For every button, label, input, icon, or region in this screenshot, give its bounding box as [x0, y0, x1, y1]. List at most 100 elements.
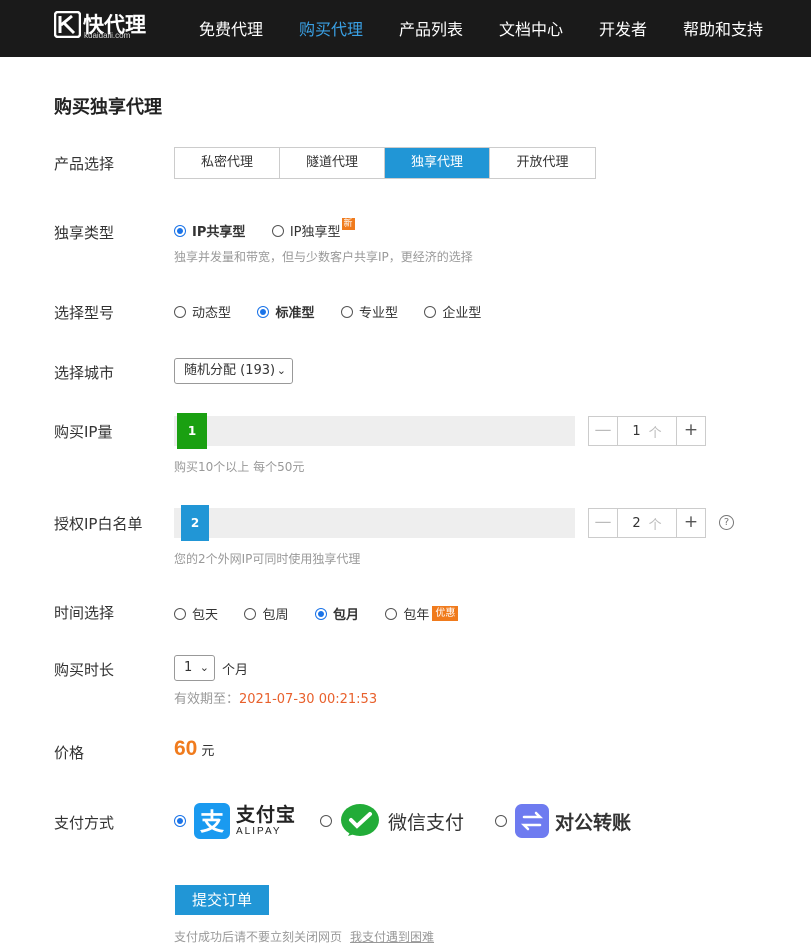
chevron-down-icon: ⌄: [276, 364, 286, 377]
radio-standard[interactable]: 标准型: [257, 302, 314, 321]
ip-count-value: 1: [632, 423, 641, 439]
radio-dot: [174, 305, 186, 318]
price-label: 价格: [54, 744, 85, 762]
wechat-pay-icon: [341, 804, 379, 836]
exclusive-type-label: 独享类型: [54, 224, 115, 242]
radio-dot: [385, 607, 398, 620]
duration-select[interactable]: 1 ⌄: [174, 655, 215, 681]
expiry-info: 有效期至：2021-07-30 00:21:53: [174, 688, 377, 707]
period-label: 时间选择: [54, 604, 115, 622]
radio-dynamic-label: 动态型: [192, 306, 232, 321]
whitelist-hint: 您的2个外网IP可同时使用独享代理: [174, 552, 361, 566]
pay-option-alipay[interactable]: 支 支付宝 ALIPAY: [174, 802, 296, 840]
svg-text:支: 支: [200, 808, 225, 836]
nav-help[interactable]: 帮助和支持: [683, 16, 763, 40]
tab-private-proxy[interactable]: 私密代理: [175, 148, 280, 178]
model-label: 选择型号: [54, 304, 115, 322]
price-amount: 60: [174, 737, 198, 760]
logo[interactable]: 快代理 kuaidaili.com: [54, 11, 150, 41]
bank-transfer-icon: [515, 804, 549, 838]
payment-trouble-link[interactable]: 我支付遇到困难: [350, 930, 434, 944]
alipay-en: ALIPAY: [236, 826, 282, 837]
ip-count-value-box[interactable]: 1个: [618, 417, 676, 445]
duration-label: 购买时长: [54, 661, 115, 679]
radio-dot: [174, 607, 186, 620]
nav-product-list[interactable]: 产品列表: [399, 16, 463, 40]
city-label: 选择城市: [54, 364, 115, 382]
whitelist-unit: 个: [648, 517, 662, 533]
ip-count-slider[interactable]: 1: [174, 413, 575, 449]
radio-standard-label: 标准型: [275, 306, 315, 321]
radio-ip-shared[interactable]: IP共享型: [174, 221, 245, 240]
radio-dot: [174, 815, 186, 827]
radio-dot: [320, 815, 332, 827]
chevron-down-icon: ⌄: [199, 661, 209, 674]
submit-order-button[interactable]: 提交订单: [175, 885, 269, 915]
footer-note: 支付成功后请不要立刻关闭网页 我支付遇到困难: [174, 928, 434, 945]
radio-ip-shared-label: IP共享型: [192, 225, 246, 240]
tab-exclusive-proxy[interactable]: 独享代理: [385, 148, 490, 178]
product-tabs: 私密代理 隧道代理 独享代理 开放代理: [174, 147, 596, 179]
nav-docs[interactable]: 文档中心: [499, 16, 563, 40]
decrement-button[interactable]: —: [589, 417, 618, 445]
radio-dot: [257, 305, 270, 318]
ip-count-slider-handle[interactable]: 1: [177, 413, 207, 449]
whitelist-value-box[interactable]: 2个: [618, 509, 676, 537]
radio-monthly-label: 包月: [332, 608, 359, 623]
ip-count-label: 购买IP量: [54, 423, 113, 441]
whitelist-slider-handle[interactable]: 2: [181, 505, 209, 541]
top-navbar: 快代理 kuaidaili.com 免费代理 购买代理 产品列表 文档中心 开发…: [0, 0, 811, 57]
transfer-label: 对公转账: [555, 811, 632, 834]
radio-ip-exclusive[interactable]: IP独享型新: [271, 217, 355, 240]
radio-weekly[interactable]: 包周: [244, 604, 288, 623]
footer-note-text: 支付成功后请不要立刻关闭网页: [174, 930, 343, 944]
radio-dot: [495, 815, 507, 827]
radio-weekly-label: 包周: [262, 608, 289, 623]
tab-open-proxy[interactable]: 开放代理: [490, 148, 595, 178]
increment-button[interactable]: +: [676, 417, 705, 445]
ip-count-stepper: — 1个 +: [588, 416, 706, 446]
radio-yearly[interactable]: 包年 优惠: [385, 604, 459, 623]
expiry-label: 有效期至：: [174, 692, 240, 707]
alipay-icon: 支: [194, 803, 230, 839]
radio-yearly-label: 包年: [403, 608, 430, 623]
pay-option-wechat[interactable]: 微信支付: [320, 802, 464, 840]
alipay-cn: 支付宝: [236, 804, 297, 826]
radio-monthly[interactable]: 包月: [314, 604, 359, 623]
city-select[interactable]: 随机分配 (193) ⌄: [174, 358, 293, 384]
help-icon[interactable]: ?: [719, 515, 734, 530]
alipay-wordmark: 支付宝 ALIPAY: [236, 804, 296, 838]
radio-dot: [174, 224, 186, 237]
increment-button[interactable]: +: [676, 509, 705, 537]
whitelist-label: 授权IP白名单: [54, 515, 143, 533]
whitelist-slider[interactable]: 2: [174, 505, 575, 541]
price-display: 60 元: [174, 737, 214, 761]
nav-developer[interactable]: 开发者: [599, 16, 647, 40]
radio-enterprise[interactable]: 企业型: [424, 302, 481, 321]
city-select-value: 随机分配 (193): [184, 363, 276, 378]
product-label: 产品选择: [54, 155, 115, 173]
radio-dot: [271, 224, 284, 237]
new-badge: 新: [341, 217, 355, 230]
nav-free-proxy[interactable]: 免费代理: [199, 16, 263, 40]
radio-professional[interactable]: 专业型: [340, 302, 398, 321]
duration-unit: 个月: [222, 663, 249, 678]
pay-option-transfer[interactable]: 对公转账: [495, 802, 631, 840]
discount-badge: 优惠: [432, 606, 459, 621]
decrement-button[interactable]: —: [589, 509, 618, 537]
radio-dot: [340, 305, 353, 318]
nav-buy-proxy[interactable]: 购买代理: [299, 16, 363, 40]
tab-tunnel-proxy[interactable]: 隧道代理: [280, 148, 385, 178]
radio-daily[interactable]: 包天: [174, 604, 218, 623]
whitelist-stepper: — 2个 +: [588, 508, 706, 538]
logo-domain: kuaidaili.com: [84, 31, 131, 40]
page-title: 购买独享代理: [54, 97, 162, 118]
ip-count-hint: 购买10个以上 每个50元: [174, 460, 305, 474]
radio-professional-label: 专业型: [358, 306, 398, 321]
wechat-pay-label: 微信支付: [388, 811, 465, 834]
price-currency: 元: [201, 744, 215, 759]
payment-label: 支付方式: [54, 814, 115, 832]
radio-dynamic[interactable]: 动态型: [174, 302, 231, 321]
exclusive-type-options: IP共享型 IP独享型新: [174, 217, 377, 240]
logo-k-icon: [54, 11, 81, 38]
